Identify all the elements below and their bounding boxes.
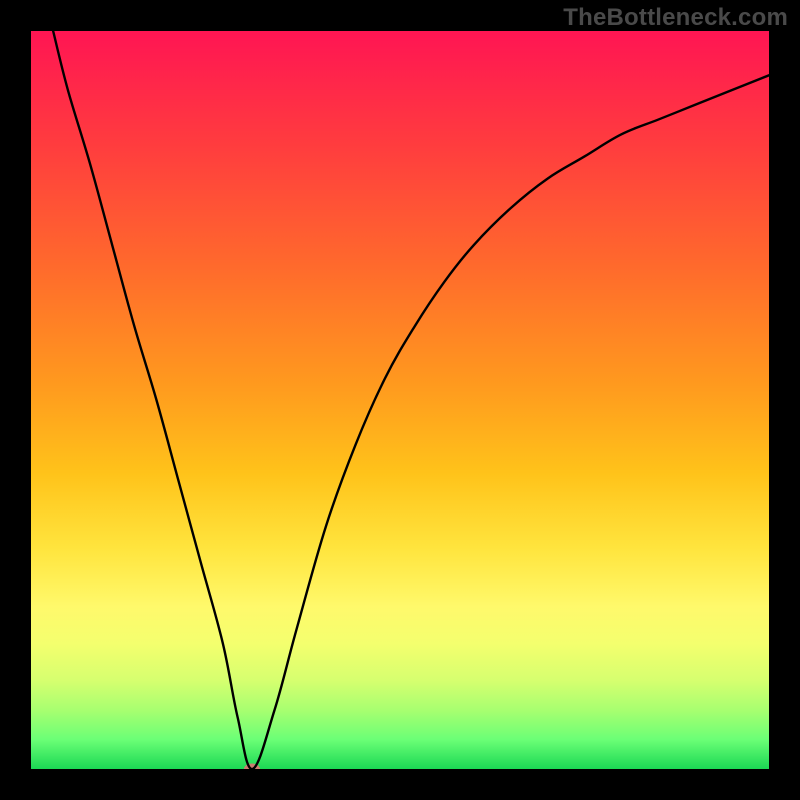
plot-area [31,31,769,769]
chart-frame: TheBottleneck.com [0,0,800,800]
bottleneck-curve [31,31,769,769]
watermark-text: TheBottleneck.com [563,4,788,32]
